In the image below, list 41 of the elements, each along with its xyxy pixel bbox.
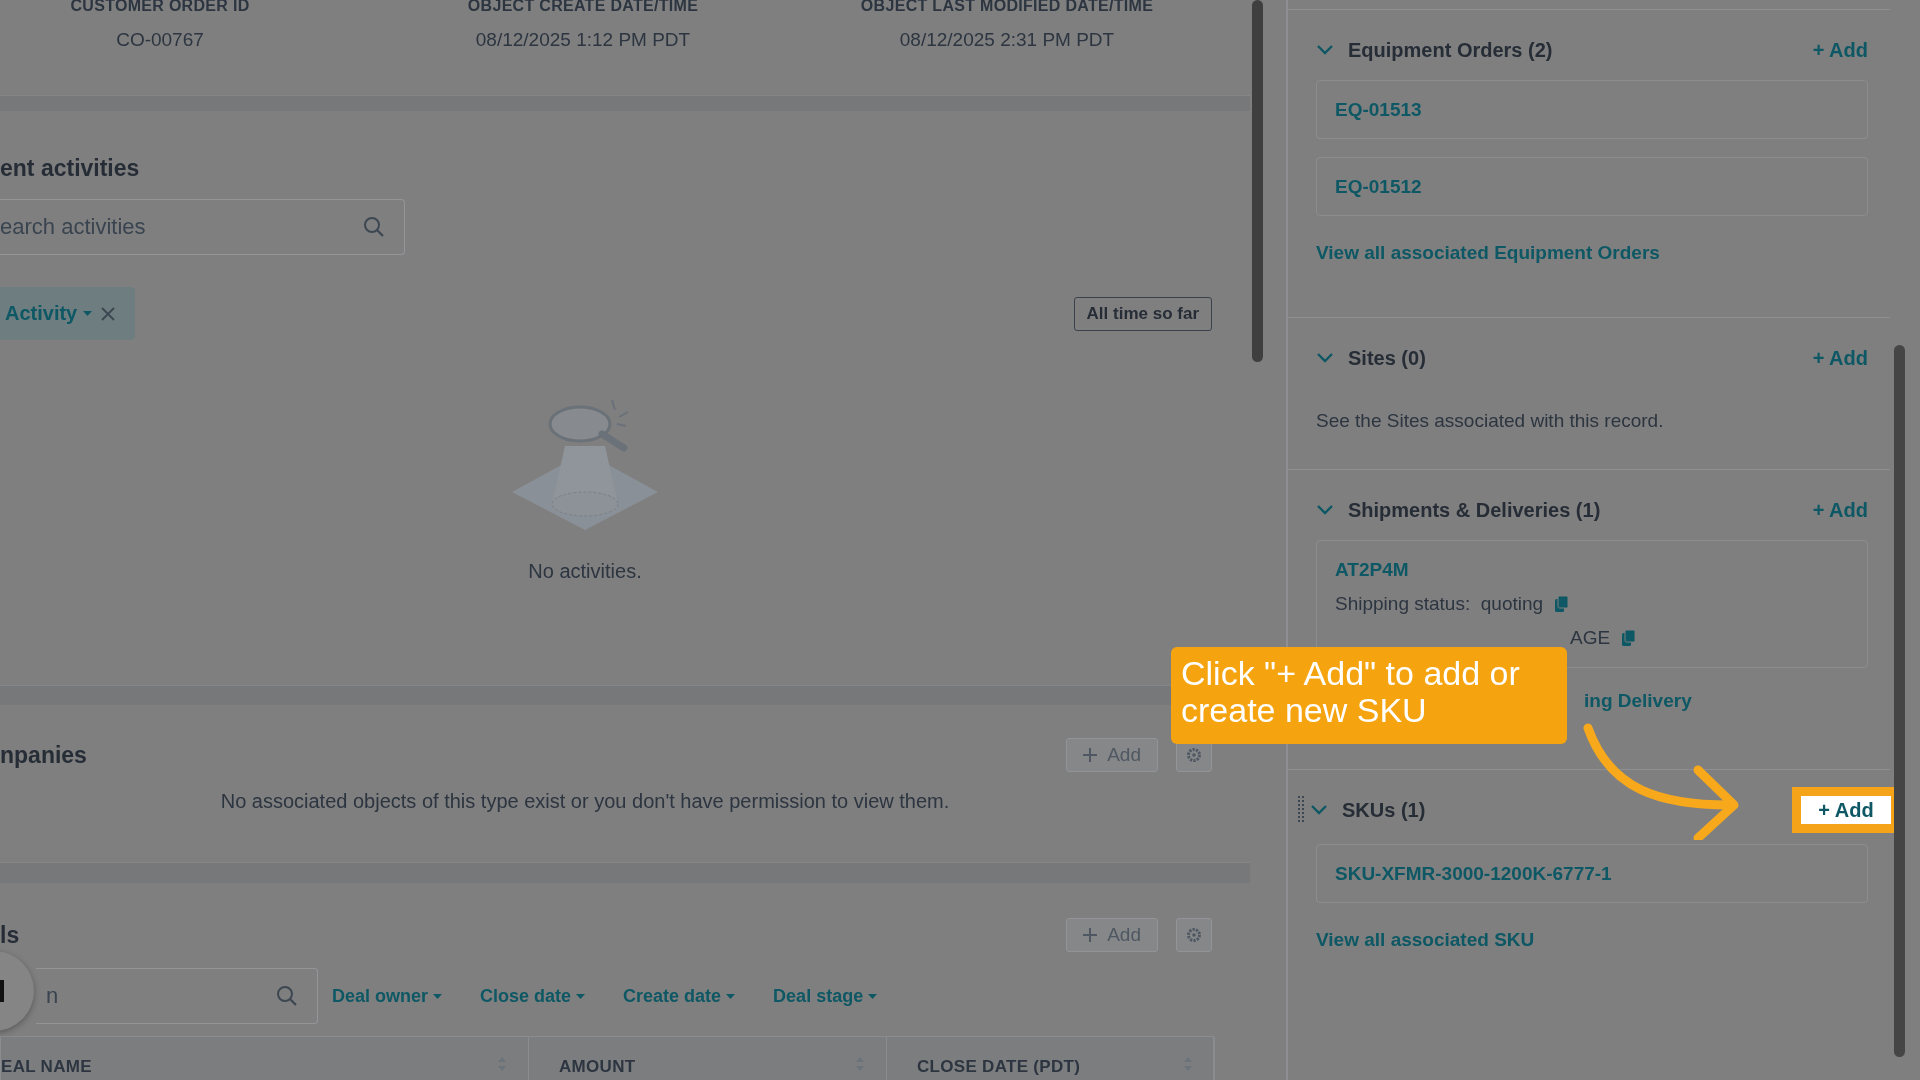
add-button[interactable]: + Add	[1812, 38, 1868, 62]
add-button[interactable]: + Add	[1812, 498, 1868, 522]
view-all-link[interactable]: ing Delivery	[1584, 690, 1692, 712]
field-label: OBJECT LAST MODIFIED DATE/TIME	[860, 0, 1154, 15]
field-value: 08/12/2025 2:31 PM PDT	[899, 29, 1115, 51]
section-title: Sites (0)	[1348, 346, 1427, 370]
add-button[interactable]: + Add	[1812, 346, 1868, 370]
empty-message: No associated objects of this type exist or you don't have permission to view them.	[220, 790, 950, 812]
instruction-tooltip: Click "+ Add" to add or create new SKU	[1171, 647, 1567, 744]
column-header[interactable]: CLOSE DATE (PDT)	[917, 1057, 1081, 1077]
filter-dropdown[interactable]: Create date	[623, 985, 736, 1007]
section-description: See the Sites associated with this record.	[1316, 410, 1665, 432]
activity-filter[interactable]: Activity	[5, 302, 93, 325]
property-value: AGE	[1570, 627, 1611, 649]
section-title: npanies	[0, 741, 87, 769]
section-title: ls	[0, 921, 20, 949]
section-title: SKUs (1)	[1342, 798, 1427, 822]
section-title: Equipment Orders (2)	[1348, 38, 1554, 62]
record-link[interactable]: SKU-XFMR-3000-1200K-6777-1	[1335, 862, 1612, 885]
record-link[interactable]: AT2P4M	[1335, 559, 1409, 581]
view-all-link[interactable]: View all associated Equipment Orders	[1316, 242, 1660, 264]
field-label: CUSTOMER ORDER ID	[70, 0, 250, 15]
search-field[interactable]: earch activities	[0, 199, 405, 255]
filter-dropdown[interactable]: Deal owner	[332, 985, 443, 1007]
section-title: ent activities	[0, 155, 141, 182]
filter-dropdown[interactable]: Close date	[480, 985, 586, 1007]
search-field[interactable]: n	[36, 968, 318, 1024]
view-all-link[interactable]: View all associated SKU	[1316, 929, 1535, 951]
date-range-button[interactable]: All time so far	[1073, 296, 1212, 331]
filter-dropdown[interactable]: Deal stage	[773, 985, 878, 1007]
section-title: Shipments & Deliveries (1)	[1348, 498, 1602, 522]
record-link[interactable]: EQ-01513	[1335, 98, 1422, 121]
column-header[interactable]: AMOUNT	[559, 1057, 636, 1077]
record-link[interactable]: EQ-01512	[1335, 175, 1422, 198]
field-value: 08/12/2025 1:12 PM PDT	[475, 29, 691, 51]
field-label: OBJECT CREATE DATE/TIME	[467, 0, 699, 15]
field-value: CO-00767	[116, 29, 204, 51]
status-text: Shipping status: quoting	[1335, 593, 1544, 615]
empty-message: No activities.	[528, 560, 642, 583]
column-header[interactable]: EAL NAME	[1, 1057, 92, 1077]
add-button[interactable]: + Add	[1801, 796, 1891, 824]
